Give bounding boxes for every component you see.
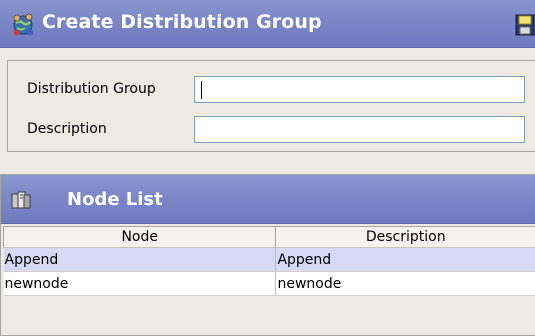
column-header-node[interactable]: Node [2, 226, 277, 248]
node-list-panel: Node List Node Description Append Append… [0, 174, 535, 336]
node-table: Node Description Append Append newnode n… [2, 226, 535, 296]
title-bar: Create Distribution Group [0, 0, 535, 48]
table-row[interactable]: newnode newnode [3, 271, 535, 296]
distribution-group-label: Distribution Group [27, 81, 156, 97]
save-icon[interactable] [515, 14, 535, 36]
distribution-group-form: Distribution Group Description [7, 60, 535, 152]
column-header-description[interactable]: Description [275, 226, 535, 248]
node-list-title: Node List [67, 189, 163, 210]
table-header-row: Node Description [2, 226, 535, 248]
node-cell[interactable]: Append [3, 247, 277, 272]
node-list-header: Node List [1, 175, 535, 224]
description-input[interactable] [194, 116, 525, 143]
text-caret [201, 81, 202, 99]
description-cell[interactable]: Append [275, 247, 535, 272]
description-label: Description [27, 121, 107, 137]
description-cell[interactable]: newnode [275, 271, 535, 296]
globe-people-icon [13, 13, 33, 35]
table-row[interactable]: Append Append [3, 247, 535, 272]
node-list-icon [11, 191, 31, 209]
page-title: Create Distribution Group [42, 11, 322, 33]
distribution-group-input[interactable] [194, 76, 525, 103]
node-cell[interactable]: newnode [3, 271, 277, 296]
table-empty-area [3, 299, 535, 335]
